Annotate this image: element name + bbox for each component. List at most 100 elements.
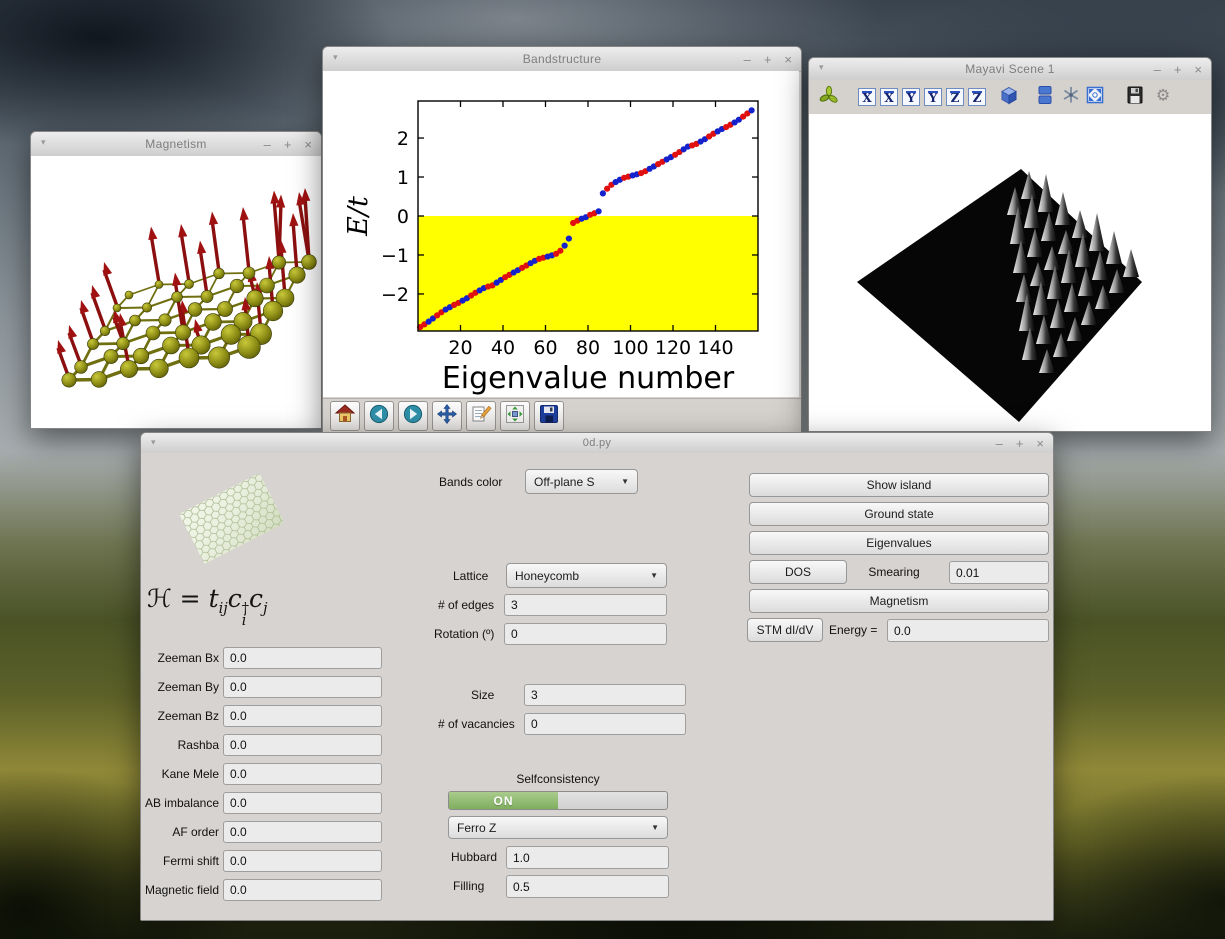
- dos-button[interactable]: DOS: [749, 560, 847, 584]
- size-label: Size: [471, 688, 495, 702]
- maximize-button[interactable]: +: [1174, 62, 1182, 77]
- field-input-zeeman-by[interactable]: [223, 676, 382, 698]
- hubbard-label: Hubbard: [451, 850, 498, 864]
- maximize-button[interactable]: +: [764, 52, 772, 67]
- magnetism-button[interactable]: Magnetism: [749, 589, 1049, 613]
- window-shade-icon[interactable]: ▾: [819, 63, 824, 72]
- show-island-button[interactable]: Show island: [749, 473, 1049, 497]
- pan-button[interactable]: [432, 401, 462, 431]
- filling-input[interactable]: [506, 875, 669, 898]
- stm-surface-render: [857, 169, 1142, 422]
- field-input-zeeman-bx[interactable]: [223, 647, 382, 669]
- size-input[interactable]: [524, 684, 686, 706]
- field-input-fermi-shift[interactable]: [223, 850, 382, 872]
- field-input-af-order[interactable]: [223, 821, 382, 843]
- window-shade-icon[interactable]: ▾: [151, 438, 156, 447]
- field-label-af-order: AF order: [172, 825, 219, 839]
- svg-text:100: 100: [612, 337, 648, 359]
- isometric-view-button[interactable]: [998, 86, 1020, 108]
- field-input-magnetic-field[interactable]: [223, 879, 382, 901]
- close-button[interactable]: ×: [784, 52, 792, 67]
- island-thumbnail: [179, 471, 285, 572]
- parallel-projection-button[interactable]: [1034, 85, 1056, 108]
- minimize-button[interactable]: –: [996, 436, 1003, 451]
- honeycomb-spin-lattice: [56, 188, 317, 388]
- magnetism-3d-scene[interactable]: [31, 156, 321, 428]
- edges-label: # of edges: [438, 598, 495, 612]
- svg-text:60: 60: [533, 337, 557, 359]
- maximize-button[interactable]: +: [284, 137, 292, 152]
- energy-input[interactable]: [887, 619, 1049, 642]
- window-main-0d: ▾ 0d.py – + × ℋ = tijc † i cj Zeeman Bx …: [140, 432, 1054, 921]
- ground-state-button[interactable]: Ground state: [749, 502, 1049, 526]
- smearing-label: Smearing: [868, 565, 920, 579]
- back-button[interactable]: [364, 401, 394, 431]
- window-shade-icon[interactable]: ▾: [41, 138, 46, 147]
- view-x-minus-button[interactable]: X: [878, 86, 900, 108]
- view-x-plus-button[interactable]: X: [856, 86, 878, 108]
- window-title: 0d.py: [582, 437, 612, 449]
- configure-scene-button[interactable]: ⚙: [1152, 86, 1174, 108]
- smearing-input[interactable]: [949, 561, 1049, 584]
- field-input-kane-mele[interactable]: [223, 763, 382, 785]
- view-z-plus-button[interactable]: Z: [944, 86, 966, 108]
- configure-subplots-button[interactable]: [500, 401, 530, 431]
- fullscreen-button[interactable]: [1084, 86, 1106, 108]
- chevron-down-icon: ▼: [651, 823, 659, 832]
- window-title: Mayavi Scene 1: [965, 62, 1055, 76]
- field-label-ab-imbalance: AB imbalance: [144, 796, 219, 810]
- zoom-button[interactable]: [466, 401, 496, 431]
- lattice-label: Lattice: [453, 569, 489, 583]
- edges-input[interactable]: [504, 594, 667, 616]
- field-input-zeeman-bz[interactable]: [223, 705, 382, 727]
- stm-didv-button[interactable]: STM dI/dV: [747, 618, 823, 642]
- home-button[interactable]: [330, 401, 360, 431]
- view-z-minus-button[interactable]: Z: [966, 86, 988, 108]
- minimize-button[interactable]: –: [264, 137, 271, 152]
- filling-label: Filling: [453, 879, 485, 893]
- rotation-input[interactable]: [504, 623, 667, 645]
- magnetic-order-dropdown[interactable]: Ferro Z ▼: [448, 816, 668, 839]
- mayavi-logo-button[interactable]: [818, 85, 840, 108]
- close-button[interactable]: ×: [1194, 62, 1202, 77]
- svg-text:−2: −2: [381, 284, 409, 306]
- bands-color-dropdown[interactable]: Off-plane S ▼: [525, 469, 638, 494]
- forward-button[interactable]: [398, 401, 428, 431]
- vacancies-input[interactable]: [524, 713, 686, 735]
- axis-bar: [972, 90, 982, 93]
- zoom-icon: [470, 403, 492, 430]
- view-y-plus-button[interactable]: Y: [900, 86, 922, 108]
- selfconsistency-toggle[interactable]: ON: [448, 791, 668, 810]
- rotation-label: Rotation (º): [434, 627, 495, 641]
- save-scene-button[interactable]: [1124, 86, 1146, 108]
- window-magnetism: ▾ Magnetism – + ×: [30, 131, 322, 429]
- hubbard-input[interactable]: [506, 846, 669, 869]
- close-button[interactable]: ×: [304, 137, 312, 152]
- mayavi-3d-scene[interactable]: [809, 114, 1211, 431]
- view-z-plus-icon: Z: [946, 88, 964, 106]
- hamiltonian-formula: ℋ = tijc † i cj: [147, 584, 268, 630]
- window-shade-icon[interactable]: ▾: [333, 53, 338, 62]
- field-input-ab-imbalance[interactable]: [223, 792, 382, 814]
- chevron-down-icon: ▼: [621, 477, 629, 486]
- svg-text:1: 1: [397, 167, 409, 189]
- close-button[interactable]: ×: [1036, 436, 1044, 451]
- bandstructure-titlebar[interactable]: ▾ Bandstructure – + ×: [323, 47, 801, 72]
- maximize-button[interactable]: +: [1016, 436, 1024, 451]
- field-input-rashba[interactable]: [223, 734, 382, 756]
- selfconsistency-label: Selfconsistency: [516, 772, 600, 786]
- axis-bar: [862, 90, 872, 93]
- eigenvalues-button[interactable]: Eigenvalues: [749, 531, 1049, 555]
- mayavi-titlebar[interactable]: ▾ Mayavi Scene 1 – + ×: [809, 58, 1211, 81]
- magnetism-titlebar[interactable]: ▾ Magnetism – + ×: [31, 132, 321, 157]
- axis-letter: Y: [928, 90, 938, 105]
- window-title: Bandstructure: [522, 52, 602, 66]
- main-titlebar[interactable]: ▾ 0d.py – + ×: [141, 433, 1053, 454]
- bandstructure-plot-canvas[interactable]: 20 40 60 80 100 120 140 −2 −1 0 1 2 Eigenvalue numbe…: [323, 71, 799, 397]
- save-figure-button[interactable]: [534, 401, 564, 431]
- minimize-button[interactable]: –: [1154, 62, 1161, 77]
- minimize-button[interactable]: –: [744, 52, 751, 67]
- view-y-minus-button[interactable]: Y: [922, 86, 944, 108]
- axes-indicator-button[interactable]: [1060, 86, 1082, 108]
- lattice-dropdown[interactable]: Honeycomb ▼: [506, 563, 667, 588]
